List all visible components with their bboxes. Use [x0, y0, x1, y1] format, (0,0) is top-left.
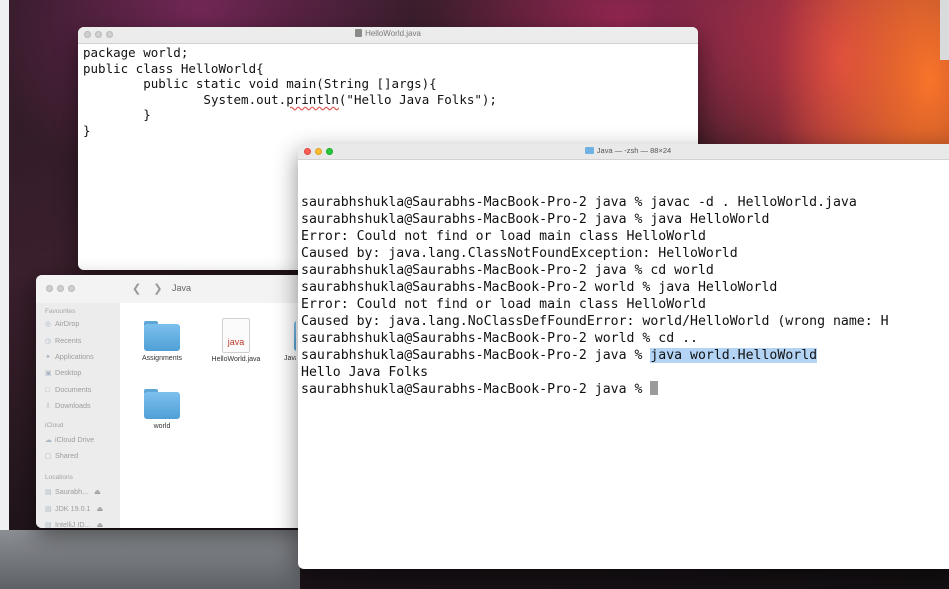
desktop-lower-area: [0, 530, 300, 589]
download-icon: ⇩: [45, 401, 52, 410]
java-file-icon: [355, 29, 363, 37]
editor-title-label: HelloWorld.java: [365, 29, 421, 38]
disk-icon: ▤: [45, 504, 52, 513]
sidebar-item-location[interactable]: ▤ JDK 19.0.1 ⏏: [45, 504, 103, 513]
terminal-line: Caused by: java.lang.NoClassDefFoundErro…: [301, 314, 889, 329]
file-item-helloworld-java[interactable]: java HelloWorld.java: [201, 318, 271, 363]
file-name: HelloWorld.java: [211, 356, 261, 363]
folder-icon: [294, 321, 296, 351]
finder-sidebar: Favourites ◎ AirDrop ◷ Recents ✦ Applicatio…: [36, 303, 120, 528]
back-arrow-icon[interactable]: ❮: [132, 283, 141, 295]
sidebar-item-shared[interactable]: ▢ Shared: [45, 451, 78, 460]
disk-icon: ▤: [45, 520, 52, 528]
code-line: public class HelloWorld{: [83, 60, 264, 76]
eject-icon[interactable]: ⏏: [97, 520, 104, 528]
terminal-line: Caused by: java.lang.ClassNotFoundExcept…: [301, 246, 738, 261]
airdrop-icon: ◎: [45, 319, 52, 328]
terminal-line: saurabhshukla@Saurabhs-MacBook-Pro-2 jav…: [301, 381, 949, 398]
sidebar-item-documents[interactable]: □ Documents: [45, 385, 91, 394]
code-segment: System.out.: [203, 91, 287, 107]
terminal-titlebar[interactable]: Java — -zsh — 88×24: [298, 144, 949, 160]
cloud-icon: ☁: [45, 435, 53, 444]
terminal-prompt: saurabhshukla@Saurabhs-MacBook-Pro-2 jav…: [301, 382, 651, 397]
sidebar-heading-icloud: iCloud: [45, 422, 64, 429]
sidebar-item-desktop[interactable]: ▣ Desktop: [45, 368, 81, 377]
sidebar-item-location[interactable]: ▤ Saurabh... ⏏: [45, 487, 101, 496]
clock-icon: ◷: [45, 336, 52, 345]
file-item-java-partial[interactable]: Java: [266, 321, 296, 362]
spelling-underlined-word: println: [286, 91, 339, 107]
desktop-right-edge: [940, 0, 949, 60]
java-file-icon: java: [222, 318, 250, 353]
selected-command[interactable]: java world.HelloWorld: [650, 348, 818, 363]
finder-title: Java: [172, 283, 192, 293]
code-line: public static void main(String []args){: [83, 76, 437, 91]
forward-arrow-icon[interactable]: ❯: [153, 283, 162, 295]
applications-icon: ✦: [45, 352, 52, 361]
sidebar-item-airdrop[interactable]: ◎ AirDrop: [45, 319, 79, 328]
finder-titlebar[interactable]: ❮ ❯ Java: [36, 275, 311, 304]
code-line: }: [83, 107, 151, 122]
terminal-line: Error: Could not find or load main class…: [301, 229, 706, 244]
code-line: package world;: [83, 45, 189, 60]
document-icon: □: [45, 385, 50, 394]
terminal-line: Hello Java Folks: [301, 365, 429, 380]
navigation-arrows: ❮ ❯: [132, 282, 174, 295]
sidebar-item-recents[interactable]: ◷ Recents: [45, 336, 81, 345]
zoom-button[interactable]: [68, 285, 75, 292]
text-cursor: [650, 381, 659, 395]
editor-title: HelloWorld.java: [78, 29, 698, 38]
computer-icon: ▤: [45, 487, 52, 496]
sidebar-heading-favourites: Favourites: [45, 308, 76, 315]
finder-window-controls: [46, 285, 75, 292]
terminal-line: saurabhshukla@Saurabhs-MacBook-Pro-2 jav…: [301, 347, 949, 364]
terminal-line: saurabhshukla@Saurabhs-MacBook-Pro-2 jav…: [301, 195, 857, 210]
terminal-line: Error: Could not find or load main class…: [301, 297, 706, 312]
file-name: Assignments: [141, 355, 183, 362]
finder-window[interactable]: ❮ ❯ Java Favourites ◎ AirDrop ◷ Recents ✦ Ap…: [36, 275, 311, 528]
terminal-line: saurabhshukla@Saurabhs-MacBook-Pro-2 jav…: [301, 263, 714, 278]
editor-titlebar[interactable]: HelloWorld.java: [78, 27, 698, 44]
close-button[interactable]: [46, 285, 53, 292]
shared-folder-icon: ▢: [45, 451, 52, 460]
code-line: System.out.println("Hello Java Folks");: [83, 92, 698, 108]
file-name: world: [153, 423, 171, 430]
terminal-line: saurabhshukla@Saurabhs-MacBook-Pro-2 wor…: [301, 280, 778, 295]
sidebar-heading-locations: Locations: [45, 474, 73, 481]
eject-icon[interactable]: ⏏: [97, 504, 104, 513]
sidebar-item-applications[interactable]: ✦ Applications: [45, 352, 94, 361]
minimize-button[interactable]: [57, 285, 64, 292]
terminal-output[interactable]: saurabhshukla@Saurabhs-MacBook-Pro-2 jav…: [298, 160, 949, 398]
folder-icon: [144, 321, 180, 351]
sidebar-item-icloud-drive[interactable]: ☁ iCloud Drive: [45, 435, 94, 444]
terminal-line: saurabhshukla@Saurabhs-MacBook-Pro-2 wor…: [301, 331, 698, 346]
code-segment: ("Hello Java Folks");: [338, 91, 497, 107]
terminal-prompt: saurabhshukla@Saurabhs-MacBook-Pro-2 jav…: [301, 348, 651, 363]
sidebar-item-location[interactable]: ▤ IntelliJ ID... ⏏: [45, 520, 103, 528]
terminal-title: Java — -zsh — 88×24: [298, 146, 949, 155]
sidebar-item-downloads[interactable]: ⇩ Downloads: [45, 401, 91, 410]
file-item-assignments[interactable]: Assignments: [127, 321, 197, 362]
finder-content[interactable]: Assignments java HelloWorld.java Java wo…: [120, 303, 311, 528]
eject-icon[interactable]: ⏏: [94, 487, 101, 496]
terminal-line: saurabhshukla@Saurabhs-MacBook-Pro-2 jav…: [301, 212, 770, 227]
folder-icon: [144, 389, 180, 419]
code-line: }: [83, 122, 91, 138]
terminal-window[interactable]: Java — -zsh — 88×24 saurabhshukla@Saurab…: [298, 144, 949, 569]
desktop-icon: ▣: [45, 368, 52, 377]
file-item-world[interactable]: world: [127, 389, 197, 430]
folder-icon: [584, 147, 594, 154]
terminal-title-label: Java — -zsh — 88×24: [596, 146, 672, 155]
desktop-left-edge: [0, 0, 9, 589]
file-name: Java: [284, 355, 296, 362]
code-area[interactable]: package world; public class HelloWorld{ p…: [78, 45, 698, 138]
